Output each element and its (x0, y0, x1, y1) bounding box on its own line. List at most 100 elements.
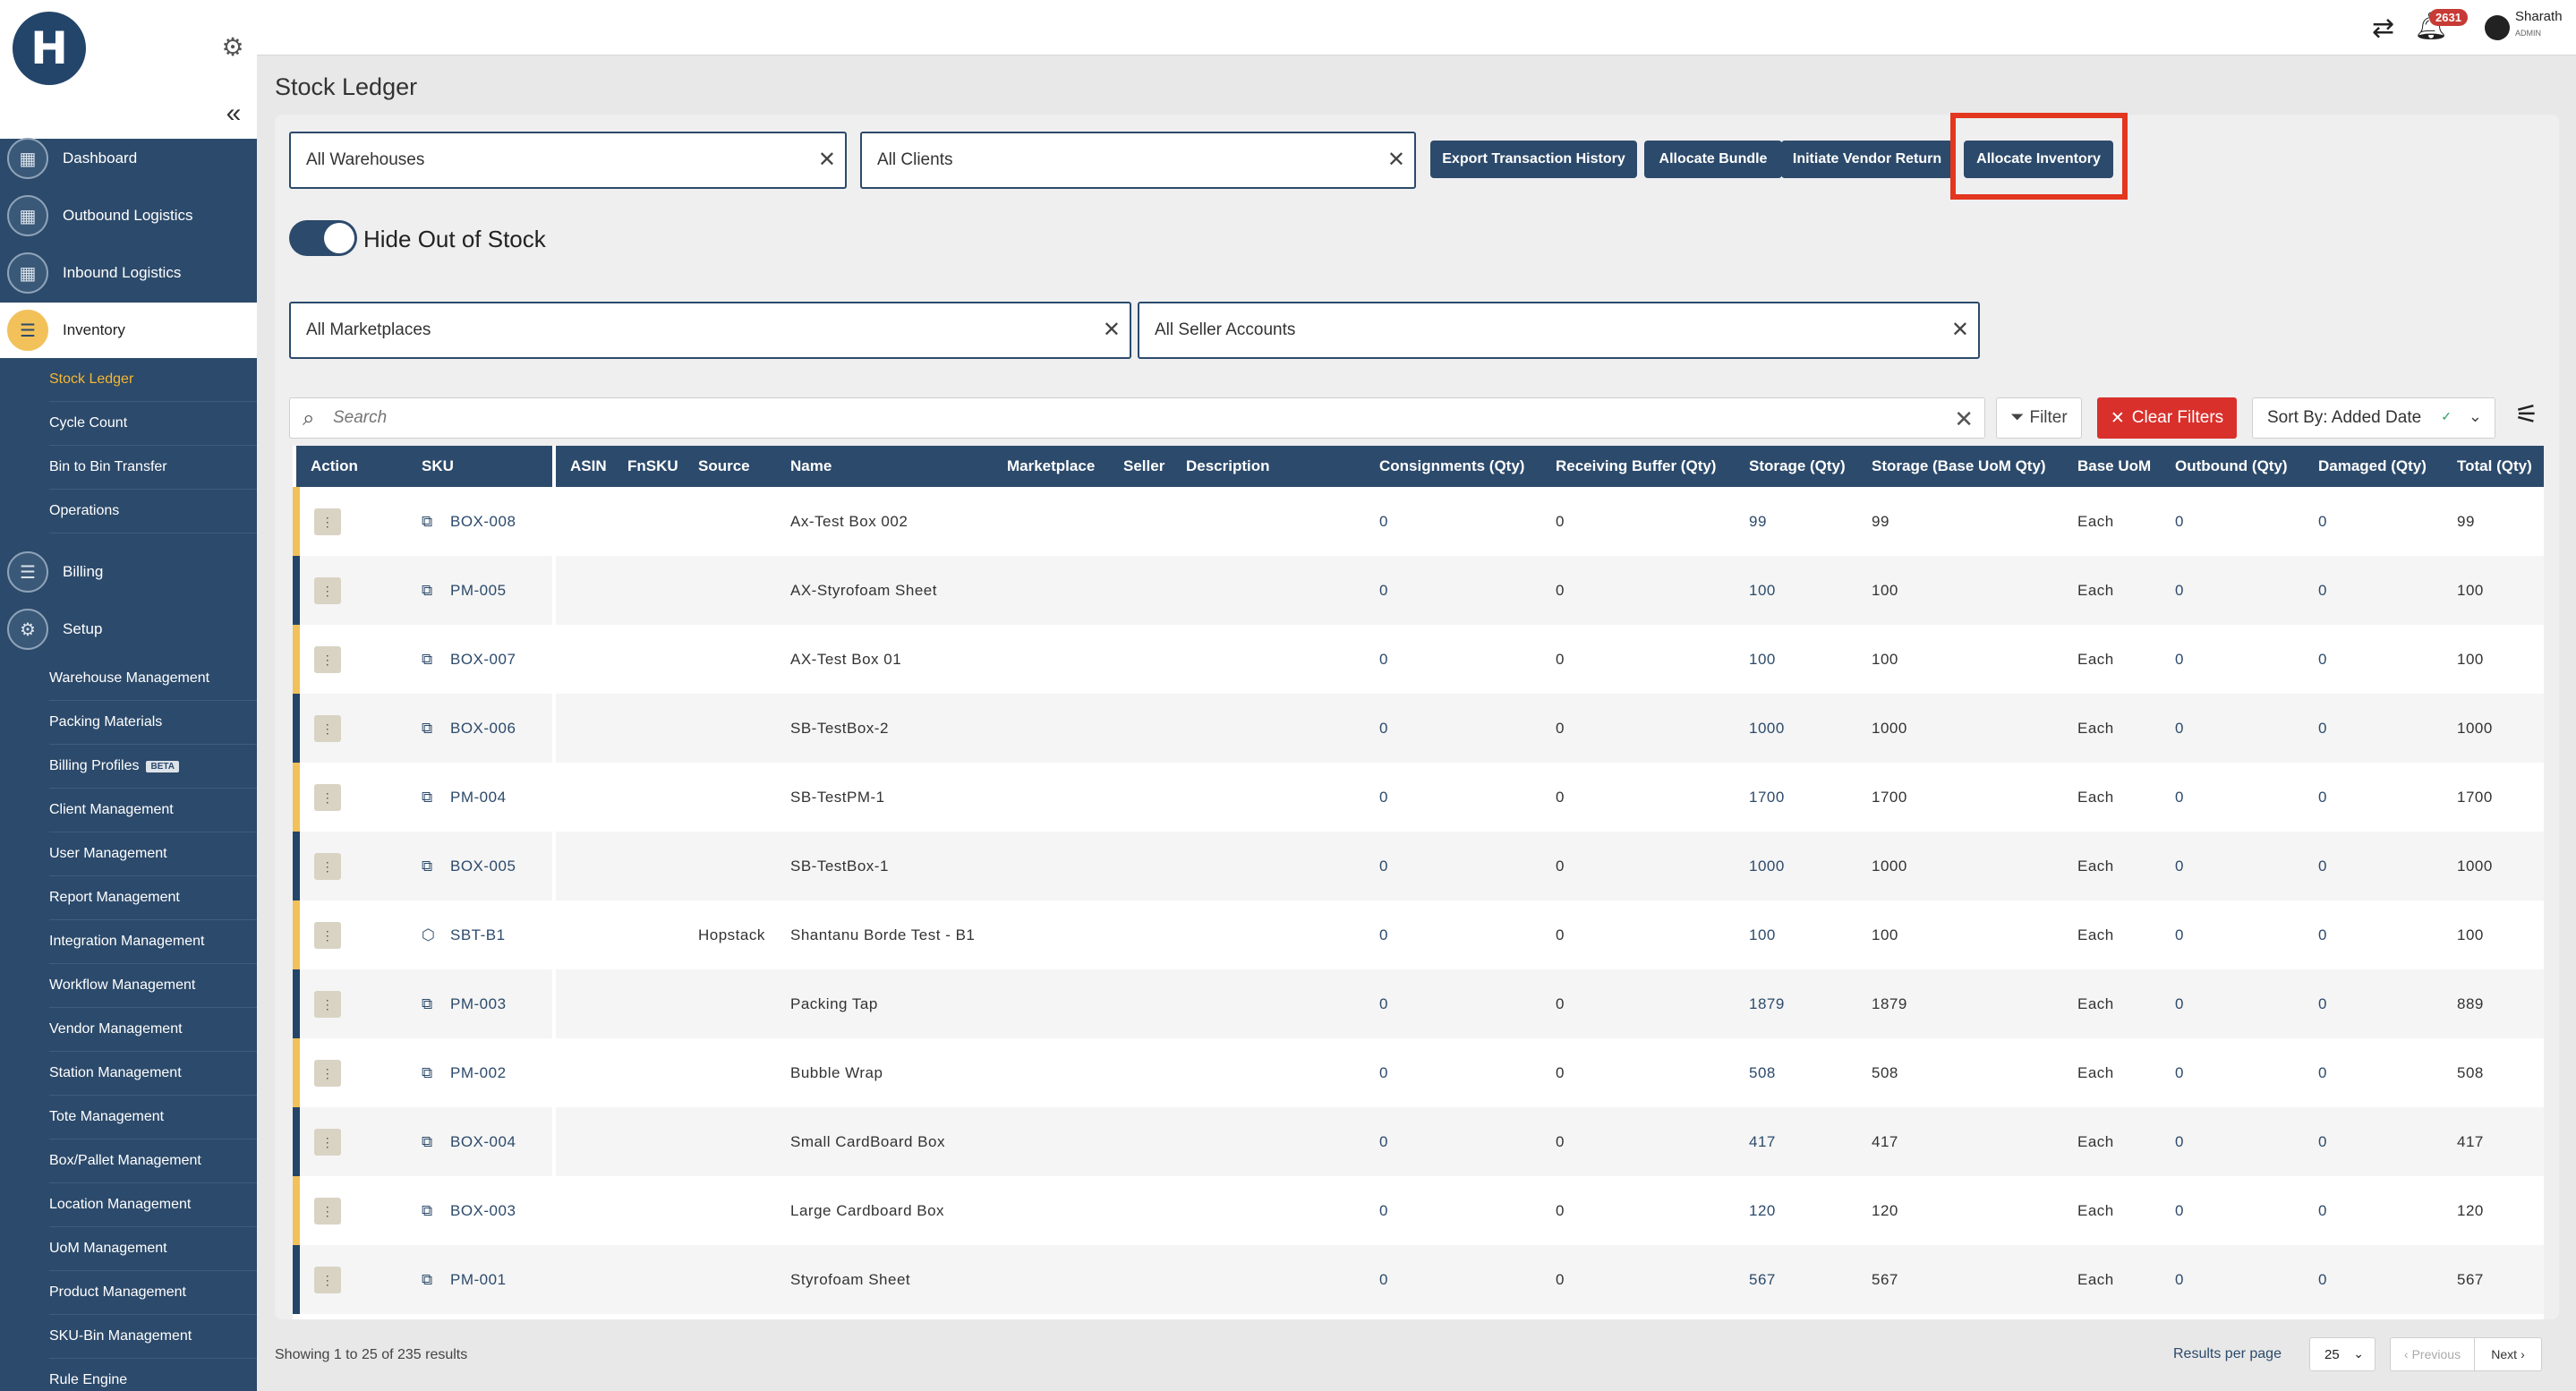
storage-cell[interactable]: 508 (1735, 1038, 1857, 1107)
column-header[interactable]: Marketplace (993, 446, 1109, 487)
consignments-cell[interactable]: 0 (1365, 487, 1541, 556)
sidebar-subitem-stock-ledger[interactable]: Stock Ledger (49, 358, 257, 402)
column-header[interactable]: Outbound (Qty) (2161, 446, 2304, 487)
outbound-cell[interactable]: 0 (2161, 556, 2304, 625)
storage-cell[interactable]: 567 (1735, 1245, 1857, 1314)
sidebar-subitem-operations[interactable]: Operations (49, 490, 257, 533)
outbound-cell[interactable]: 0 (2161, 1038, 2304, 1107)
sidebar-item-billing[interactable]: ☰ Billing (0, 544, 257, 600)
consignments-cell[interactable]: 0 (1365, 832, 1541, 900)
sku-link[interactable]: ⧉ BOX-008 (422, 513, 516, 530)
outbound-cell[interactable]: 0 (2161, 763, 2304, 832)
previous-page-button[interactable]: ‹ Previous (2391, 1338, 2475, 1370)
sidebar-item-setup[interactable]: ⚙ Setup (0, 602, 257, 657)
sidebar-item-outbound-logistics[interactable]: ▦ Outbound Logistics (0, 188, 257, 243)
sidebar-item-dashboard[interactable]: ▦ Dashboard (0, 131, 257, 186)
setup-item-user-management[interactable]: User Management (49, 832, 257, 876)
column-header[interactable]: Name (776, 446, 993, 487)
table-row[interactable]: ⋮ ⧉ BOX-007 AX-Test Box 01 0 0 100 100 Each 0 0 100 (293, 625, 2544, 694)
column-header[interactable]: Damaged (Qty) (2304, 446, 2443, 487)
setup-item-product-management[interactable]: Product Management (49, 1271, 257, 1315)
storage-cell[interactable]: 1000 (1735, 694, 1857, 763)
filter-button[interactable]: ⏷ Filter (1996, 397, 2082, 439)
damaged-cell[interactable]: 0 (2304, 1038, 2443, 1107)
column-header[interactable]: Description (1172, 446, 1365, 487)
storage-cell[interactable]: 1879 (1735, 969, 1857, 1038)
table-row[interactable]: ⋮ ⧉ PM-002 Bubble Wrap 0 0 508 508 Each 0 0 508 (293, 1038, 2544, 1107)
table-row[interactable]: ⋮ ⧉ PM-001 Styrofoam Sheet 0 0 567 567 Each 0 0 567 (293, 1245, 2544, 1314)
consignments-cell[interactable]: 0 (1365, 763, 1541, 832)
client-select[interactable]: All Clients ✕ (860, 132, 1416, 189)
setup-item-warehouse-management[interactable]: Warehouse Management (49, 657, 257, 701)
search-input[interactable] (333, 404, 1926, 432)
row-actions-kebab-icon[interactable]: ⋮ (314, 852, 341, 880)
table-row[interactable]: ⋮ ⧉ PM-005 AX-Styrofoam Sheet 0 0 100 100 Each 0 0… (293, 556, 2544, 625)
clear-seller-icon[interactable]: ✕ (1951, 320, 1969, 341)
outbound-cell[interactable]: 0 (2161, 832, 2304, 900)
sku-link[interactable]: ⧉ PM-001 (422, 1271, 507, 1288)
row-actions-kebab-icon[interactable]: ⋮ (314, 1266, 341, 1293)
sort-select[interactable]: Sort By: Added Date ✓ ⌄ (2252, 397, 2495, 439)
storage-cell[interactable]: 417 (1735, 1107, 1857, 1176)
damaged-cell[interactable]: 0 (2304, 1245, 2443, 1314)
setup-item-vendor-management[interactable]: Vendor Management (49, 1008, 257, 1052)
setup-item-tote-management[interactable]: Tote Management (49, 1096, 257, 1139)
consignments-cell[interactable]: 0 (1365, 900, 1541, 969)
table-row[interactable]: ⋮ ⧉ BOX-004 Small CardBoard Box 0 0 417 417 Each… (293, 1107, 2544, 1176)
column-settings-icon[interactable]: ⚟ (2510, 399, 2544, 437)
column-header[interactable]: Receiving Buffer (Qty) (1541, 446, 1735, 487)
outbound-cell[interactable]: 0 (2161, 694, 2304, 763)
damaged-cell[interactable]: 0 (2304, 694, 2443, 763)
sidebar-subitem-cycle-count[interactable]: Cycle Count (49, 402, 257, 446)
damaged-cell[interactable]: 0 (2304, 1107, 2443, 1176)
row-actions-kebab-icon[interactable]: ⋮ (314, 645, 341, 673)
row-actions-kebab-icon[interactable]: ⋮ (314, 783, 341, 811)
column-header[interactable]: Total (Qty) (2443, 446, 2544, 487)
collapse-sidebar-icon[interactable]: « (220, 100, 247, 127)
clear-marketplace-icon[interactable]: ✕ (1103, 320, 1121, 341)
sku-link[interactable]: ⧉ BOX-007 (422, 651, 516, 668)
clear-filters-button[interactable]: ✕ Clear Filters (2097, 397, 2237, 439)
column-header[interactable]: Seller (1109, 446, 1172, 487)
setup-item-box-pallet-management[interactable]: Box/Pallet Management (49, 1139, 257, 1183)
outbound-cell[interactable]: 0 (2161, 1245, 2304, 1314)
row-actions-kebab-icon[interactable]: ⋮ (314, 714, 341, 742)
allocate-bundle-button[interactable]: Allocate Bundle (1644, 141, 1782, 178)
setup-item-uom-management[interactable]: UoM Management (49, 1227, 257, 1271)
sidebar-item-inbound-logistics[interactable]: ▦ Inbound Logistics (0, 245, 257, 301)
setup-item-station-management[interactable]: Station Management (49, 1052, 257, 1096)
sku-link[interactable]: ⧉ BOX-006 (422, 720, 516, 737)
consignments-cell[interactable]: 0 (1365, 1038, 1541, 1107)
damaged-cell[interactable]: 0 (2304, 1176, 2443, 1245)
row-actions-kebab-icon[interactable]: ⋮ (314, 1128, 341, 1156)
table-row[interactable]: ⋮ ⧉ BOX-008 Ax-Test Box 002 0 0 99 99 Each 0 0 99 (293, 487, 2544, 556)
table-row[interactable]: ⋮ ⧉ BOX-003 Large Cardboard Box 0 0 120 120 Each… (293, 1176, 2544, 1245)
setup-item-client-management[interactable]: Client Management (49, 789, 257, 832)
results-per-page-select[interactable]: 25 ⌄ (2309, 1337, 2376, 1371)
column-header[interactable]: FnSKU (613, 446, 684, 487)
column-header[interactable]: Base UoM (2063, 446, 2161, 487)
setup-item-report-management[interactable]: Report Management (49, 876, 257, 920)
sidebar-subitem-bin-to-bin-transfer[interactable]: Bin to Bin Transfer (49, 446, 257, 490)
row-actions-kebab-icon[interactable]: ⋮ (314, 1059, 341, 1087)
sku-link[interactable]: ⧉ PM-003 (422, 995, 507, 1012)
setup-item-location-management[interactable]: Location Management (49, 1183, 257, 1227)
next-page-button[interactable]: Next › (2475, 1338, 2541, 1370)
sku-link[interactable]: ⧉ BOX-003 (422, 1202, 516, 1219)
storage-cell[interactable]: 100 (1735, 556, 1857, 625)
damaged-cell[interactable]: 0 (2304, 900, 2443, 969)
sidebar-item-inventory[interactable]: ☰ Inventory (0, 303, 257, 358)
hide-out-of-stock-toggle[interactable] (289, 220, 357, 256)
column-header[interactable]: Storage (Qty) (1735, 446, 1857, 487)
outbound-cell[interactable]: 0 (2161, 487, 2304, 556)
setup-item-sku-bin-management[interactable]: SKU-Bin Management (49, 1315, 257, 1359)
clear-warehouse-icon[interactable]: ✕ (818, 149, 836, 171)
column-header[interactable]: Source (684, 446, 776, 487)
column-header[interactable]: Storage (Base UoM Qty) (1857, 446, 2063, 487)
storage-cell[interactable]: 100 (1735, 900, 1857, 969)
outbound-cell[interactable]: 0 (2161, 969, 2304, 1038)
damaged-cell[interactable]: 0 (2304, 832, 2443, 900)
clear-search-icon[interactable]: ✕ (1954, 405, 1974, 433)
sku-link[interactable]: ⧉ PM-005 (422, 582, 507, 599)
clear-client-icon[interactable]: ✕ (1387, 149, 1405, 171)
